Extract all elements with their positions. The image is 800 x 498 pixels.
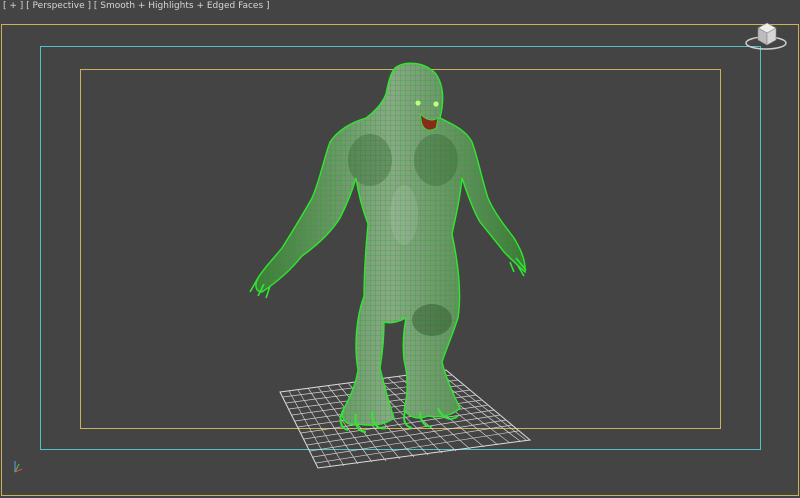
viewcube-icon[interactable] xyxy=(744,20,790,52)
creature-eye-left xyxy=(415,100,421,106)
perspective-viewport[interactable]: [ + ] [ Perspective ] [ Smooth + Highlig… xyxy=(0,0,800,498)
creature-mesh[interactable] xyxy=(240,55,540,435)
axis-tripod-icon xyxy=(14,461,23,473)
scene-render[interactable] xyxy=(0,0,800,498)
creature-eye-right xyxy=(433,101,439,107)
